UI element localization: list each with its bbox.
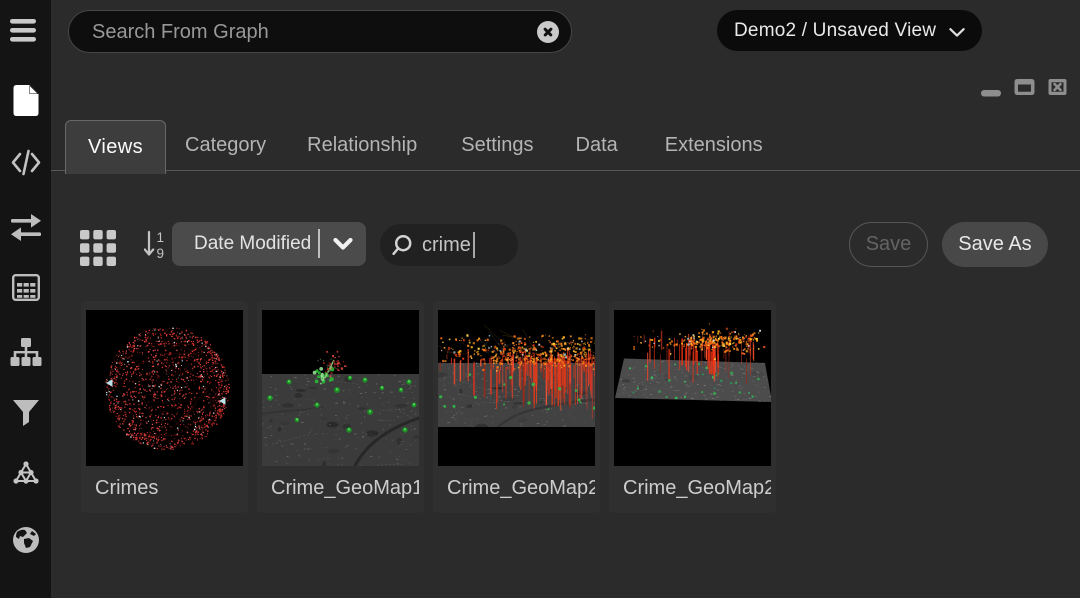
svg-text:9: 9 <box>157 246 165 261</box>
svg-text:1: 1 <box>157 230 165 245</box>
